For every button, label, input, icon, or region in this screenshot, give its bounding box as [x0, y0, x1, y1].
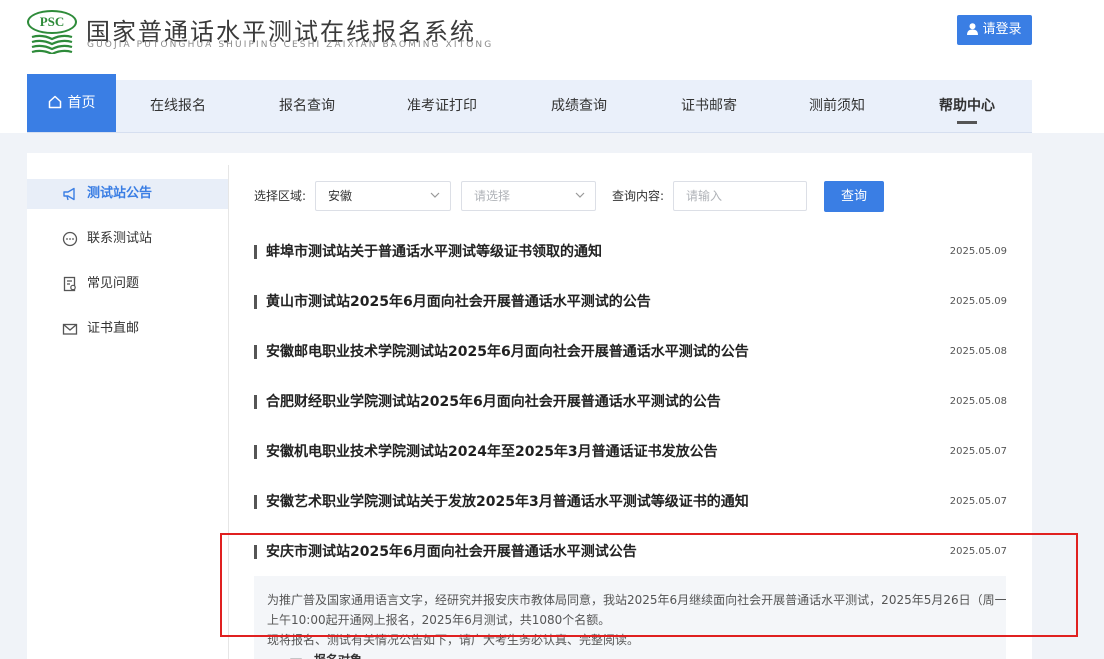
chevron-down-icon — [575, 192, 585, 198]
nav-home-label: 首页 — [67, 95, 96, 111]
login-button[interactable]: 请登录 — [957, 15, 1032, 45]
psc-logo[interactable]: PSC — [27, 10, 77, 54]
list-item[interactable]: 蚌埠市测试站关于普通话水平测试等级证书领取的通知 2025.05.09 — [254, 242, 1008, 262]
notice-title[interactable]: 安徽艺术职业学院测试站关于发放2025年3月普通话水平测试等级证书的通知 — [266, 492, 749, 512]
title-marker — [254, 495, 257, 509]
nav-label: 准考证打印 — [407, 98, 477, 114]
nav-online-registration[interactable]: 在线报名 — [123, 80, 233, 132]
sidebar-divider — [228, 165, 229, 659]
active-indicator — [957, 121, 977, 124]
title-marker — [254, 445, 257, 459]
nav-score-query[interactable]: 成绩查询 — [524, 80, 634, 132]
title-marker — [254, 395, 257, 409]
notice-title[interactable]: 安徽机电职业技术学院测试站2024年至2025年3月普通话证书发放公告 — [266, 442, 718, 462]
login-label: 请登录 — [982, 22, 1022, 37]
title-marker — [254, 245, 257, 259]
sidebar-item-label: 常见问题 — [87, 276, 140, 291]
book-icon — [31, 34, 73, 54]
region-label: 选择区域: — [254, 189, 307, 203]
document-icon — [63, 276, 76, 292]
city-select[interactable]: 请选择 — [461, 181, 596, 211]
list-item[interactable]: 合肥财经职业学院测试站2025年6月面向社会开展普通话水平测试的公告 2025.… — [254, 392, 1008, 412]
list-item[interactable]: 安徽艺术职业学院测试站关于发放2025年3月普通话水平测试等级证书的通知 202… — [254, 492, 1008, 512]
title-marker — [254, 345, 257, 359]
home-icon — [48, 95, 61, 109]
excerpt-line: 上午10:00起开通网上报名，2025年6月测试，共1080个名额。 — [267, 613, 611, 627]
nav-label: 证书邮寄 — [681, 98, 737, 114]
site-subtitle: GUOJIA PUTONGHUA SHUIPING CESHI ZAIXIAN … — [87, 40, 494, 50]
list-item[interactable]: 安徽邮电职业技术学院测试站2025年6月面向社会开展普通话水平测试的公告 202… — [254, 342, 1008, 362]
sidebar-item-faq[interactable]: 常见问题 — [27, 269, 228, 299]
sidebar-item-contact-station[interactable]: 联系测试站 — [27, 224, 228, 254]
notice-date: 2025.05.07 — [949, 496, 1007, 507]
notice-date: 2025.05.09 — [949, 246, 1007, 257]
nav-pretest-notes[interactable]: 测前须知 — [782, 80, 892, 132]
sidebar-item-certificate-mail[interactable]: 证书直邮 — [27, 314, 228, 344]
list-item[interactable]: 安庆市测试站2025年6月面向社会开展普通话水平测试公告 2025.05.07 — [254, 542, 1008, 562]
nav-admission-ticket[interactable]: 准考证打印 — [382, 80, 502, 132]
excerpt-line: 为推广普及国家通用语言文字，经研究并报安庆市教体局同意，我站2025年6月继续面… — [267, 593, 1006, 607]
notice-title[interactable]: 合肥财经职业学院测试站2025年6月面向社会开展普通话水平测试的公告 — [266, 392, 721, 412]
sidebar-item-label: 证书直邮 — [87, 321, 140, 336]
notice-title[interactable]: 黄山市测试站2025年6月面向社会开展普通话水平测试的公告 — [266, 292, 651, 312]
notice-title[interactable]: 蚌埠市测试站关于普通话水平测试等级证书领取的通知 — [266, 242, 602, 262]
sidebar-item-test-station-notices[interactable]: 测试站公告 — [27, 179, 228, 209]
chat-icon — [62, 231, 78, 247]
query-button[interactable]: 查询 — [824, 181, 884, 212]
notice-date: 2025.05.09 — [949, 296, 1007, 307]
excerpt-line: 现将报名、测试有关情况公告如下，请广大考生务必认真、完整阅读。 — [267, 633, 640, 647]
sidebar-item-label: 测试站公告 — [87, 186, 153, 201]
notice-excerpt: 为推广普及国家通用语言文字，经研究并报安庆市教体局同意，我站2025年6月继续面… — [254, 576, 1006, 659]
notice-date: 2025.05.08 — [949, 346, 1007, 357]
content-label: 查询内容: — [612, 189, 665, 203]
site-header: PSC 国家普通话水平测试在线报名系统 GUOJIA PUTONGHUA SHU… — [0, 0, 1104, 75]
excerpt-section-heading: 一、报名对象 — [290, 650, 362, 659]
nav-label: 测前须知 — [809, 98, 865, 114]
province-value: 安徽 — [328, 189, 353, 203]
province-select[interactable]: 安徽 — [315, 181, 451, 211]
title-marker — [254, 545, 257, 559]
nav-home[interactable]: 首页 — [27, 74, 116, 132]
notice-title[interactable]: 安徽邮电职业技术学院测试站2025年6月面向社会开展普通话水平测试的公告 — [266, 342, 749, 362]
nav-certificate-mail[interactable]: 证书邮寄 — [654, 80, 764, 132]
list-item[interactable]: 黄山市测试站2025年6月面向社会开展普通话水平测试的公告 2025.05.09 — [254, 292, 1008, 312]
notice-title[interactable]: 安庆市测试站2025年6月面向社会开展普通话水平测试公告 — [266, 542, 637, 562]
nav-label: 报名查询 — [279, 98, 335, 114]
notice-date: 2025.05.07 — [949, 546, 1007, 557]
nav-label: 帮助中心 — [939, 98, 995, 114]
search-input[interactable] — [673, 181, 807, 211]
nav-label: 成绩查询 — [551, 98, 607, 114]
notice-date: 2025.05.08 — [949, 396, 1007, 407]
list-item[interactable]: 安徽机电职业技术学院测试站2024年至2025年3月普通话证书发放公告 2025… — [254, 442, 1008, 462]
nav-registration-query[interactable]: 报名查询 — [252, 80, 362, 132]
main-nav: 首页 在线报名 报名查询 准考证打印 成绩查询 证书邮寄 测前须知 帮助中心 — [27, 74, 1032, 134]
notice-date: 2025.05.07 — [949, 446, 1007, 457]
city-placeholder: 请选择 — [474, 189, 511, 203]
mail-icon — [62, 323, 78, 335]
nav-label: 在线报名 — [150, 98, 206, 114]
title-marker — [254, 295, 257, 309]
chevron-down-icon — [430, 192, 440, 198]
nav-help-center[interactable]: 帮助中心 — [912, 80, 1022, 132]
sidebar-item-label: 联系测试站 — [87, 231, 153, 246]
megaphone-icon — [63, 187, 75, 201]
logo-text: PSC — [27, 10, 77, 34]
user-icon — [967, 23, 979, 35]
